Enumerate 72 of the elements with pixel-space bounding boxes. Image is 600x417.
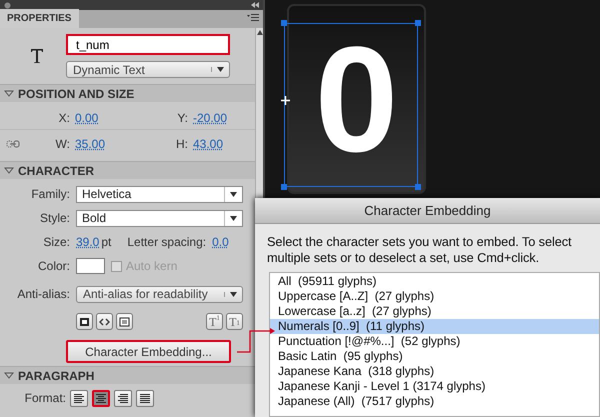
list-item[interactable]: Uppercase [A..Z] (27 glyphs) (270, 289, 599, 304)
section-header[interactable]: POSITION AND SIZE (0, 84, 255, 102)
expand-triangle-icon (4, 166, 14, 175)
list-item[interactable]: Numerals [0..9] (11 glyphs) (270, 319, 599, 334)
toggle-button[interactable] (116, 313, 133, 330)
align-left-icon (73, 392, 85, 404)
field-label: H: (175, 136, 188, 152)
expand-triangle-icon (4, 89, 14, 98)
color-swatch[interactable] (76, 258, 105, 274)
align-center-icon (95, 392, 107, 404)
caret-icon (230, 192, 237, 196)
field-label: W: (54, 136, 70, 152)
list-item[interactable]: Japanese Kana (318 glyphs) (270, 364, 599, 379)
field-label: Anti-alias: (16, 286, 70, 303)
anti-alias-dropdown[interactable]: Anti-alias for readability (76, 286, 243, 302)
align-button[interactable] (114, 390, 132, 406)
code-icon (99, 316, 110, 326)
align-justify-icon (139, 392, 151, 404)
link-icon (6, 138, 20, 148)
unit-label: pt (101, 234, 112, 251)
text-type-dropdown[interactable]: Dynamic Text (66, 61, 230, 78)
caret-icon (217, 67, 224, 72)
list-item[interactable]: Japanese (All) (7517 glyphs) (270, 394, 599, 409)
section-header[interactable]: CHARACTER (0, 161, 255, 179)
font-family-dropdown[interactable]: Helvetica (76, 186, 243, 202)
digit-text: 0 (314, 42, 398, 156)
field-label: Format: (24, 390, 66, 407)
numeric-value[interactable]: 35.00 (75, 134, 130, 152)
font-style-dropdown[interactable]: Bold (76, 210, 243, 226)
field-label: Letter spacing: (127, 234, 206, 251)
numeric-value[interactable]: 39.0 (76, 233, 100, 251)
field-label: Style: (38, 210, 70, 227)
character-embedding-button[interactable]: Character Embedding... (66, 340, 231, 363)
field-label: X: (58, 110, 70, 126)
caret-icon (230, 292, 237, 296)
numeric-value[interactable]: -20.00 (193, 108, 248, 126)
field-label: Color: (36, 258, 70, 275)
numeric-value[interactable]: 43.00 (193, 134, 248, 152)
list-item[interactable]: Punctuation [!@#%...] (52 glyphs) (270, 334, 599, 349)
caret-icon (230, 216, 237, 220)
dialog-title: Character Embedding (255, 198, 600, 224)
list-item[interactable]: Japanese Kanji - Level 1 (3174 glyphs) (270, 379, 599, 394)
instance-name-field[interactable]: t_num (66, 34, 230, 55)
field-label: Family: (30, 186, 70, 203)
align-right-icon (117, 392, 129, 404)
align-button[interactable] (136, 390, 154, 406)
circle-icon (4, 2, 11, 8)
align-button[interactable] (70, 390, 88, 406)
list-item[interactable]: All (95911 glyphs) (270, 274, 599, 289)
numeric-value[interactable]: 0.0 (212, 233, 229, 251)
menu-icon (247, 14, 259, 22)
selection-box[interactable] (281, 20, 421, 190)
align-button[interactable] (92, 390, 110, 406)
numeric-value[interactable]: 0.00 (75, 108, 130, 126)
field-label: Y: (176, 110, 188, 126)
field-label: Size: (42, 234, 70, 251)
border-icon (119, 316, 130, 326)
move-cursor-icon (281, 96, 290, 105)
text-tool-icon (30, 48, 44, 64)
scroll-up-arrow-icon (256, 30, 262, 35)
selectable-text-icon (79, 316, 90, 326)
toggle-button[interactable] (76, 313, 93, 330)
section-header[interactable]: PARAGRAPH (0, 366, 255, 384)
instructions-text: Select the character sets you want to embed. To select multiple sets or to deselect a set, use Cmd+click. (266, 233, 572, 267)
list-item[interactable]: Lowercase [a..z] (27 glyphs) (270, 304, 599, 319)
collapse-icon (251, 2, 259, 8)
toggle-button[interactable] (96, 313, 113, 330)
leader-arrow (236, 328, 276, 354)
script-button[interactable]: T$^{1}$ (206, 313, 223, 330)
expand-triangle-icon (4, 371, 14, 380)
panel-tab[interactable]: PROPERTIES (0, 9, 80, 28)
list-item[interactable]: Basic Latin (95 glyphs) (270, 349, 599, 364)
